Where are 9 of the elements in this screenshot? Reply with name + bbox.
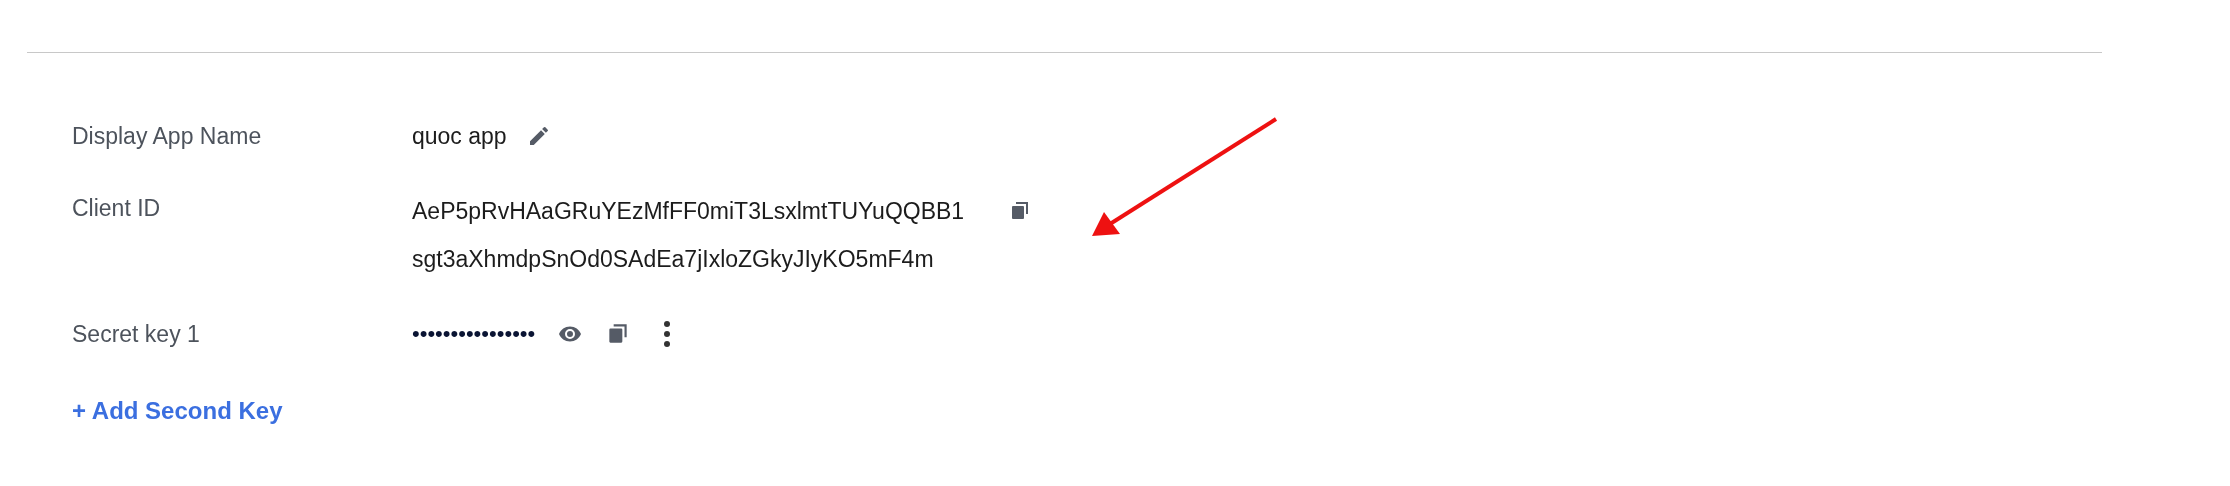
field-label: Display App Name [72,122,263,151]
field-label: Secret key 1 [72,320,201,349]
app-name: quoc app [412,122,507,151]
add-second-key-link[interactable]: + Add Second Key [72,397,283,425]
client-id-text: AeP5pRvHAaGRuYEzMfFF0miT3LsxlmtTUYuQQBB1 [412,197,965,226]
masked-secret: •••••••••••••••• [412,321,536,347]
client-id-text: sgt3aXhmdpSnOd0SAdEa7jIxloZGkyJIyKO5mF4m [412,245,934,274]
more-options-icon[interactable] [663,320,672,348]
field-label: Client ID [72,194,162,223]
